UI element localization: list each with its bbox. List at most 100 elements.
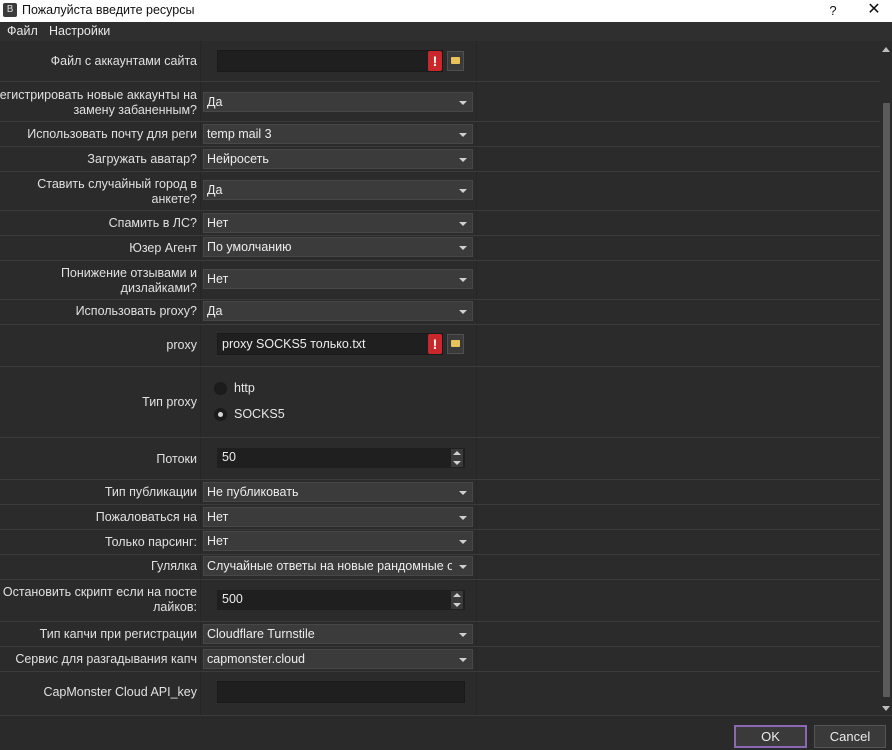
- walk-value: Случайные ответы на новые рандомные опрс: [207, 559, 452, 573]
- scroll-up-icon[interactable]: [882, 47, 890, 52]
- user-agent-label: Юзер Агент: [129, 241, 197, 255]
- column-divider: [200, 41, 201, 715]
- help-button[interactable]: ?: [826, 0, 840, 22]
- row-divider: [0, 146, 880, 147]
- chevron-down-icon: [459, 516, 467, 520]
- scrollbar-thumb[interactable]: [883, 103, 890, 697]
- spam-pm-value: Нет: [207, 216, 229, 230]
- radio-socks5[interactable]: [214, 408, 227, 421]
- column-divider: [476, 41, 477, 715]
- chevron-down-icon: [459, 158, 467, 162]
- complain-select[interactable]: Нет: [203, 507, 473, 527]
- row-divider: [0, 299, 880, 300]
- spin-down-icon[interactable]: [453, 603, 461, 607]
- api-key-label: CapMonster Cloud API_key: [43, 685, 197, 699]
- ok-button[interactable]: OK: [734, 725, 807, 748]
- random-city-value: Да: [207, 183, 223, 197]
- row-divider: [0, 81, 880, 82]
- register-new-value: Да: [207, 95, 223, 109]
- cancel-button[interactable]: Cancel: [814, 725, 886, 748]
- avatar-label: Загружать аватар?: [87, 152, 197, 166]
- publish-type-label: Тип публикации: [104, 485, 197, 499]
- row-divider: [0, 171, 880, 172]
- close-button[interactable]: ✕: [862, 0, 886, 22]
- use-proxy-select[interactable]: Да: [203, 301, 473, 321]
- spin-down-icon[interactable]: [453, 461, 461, 465]
- dialog-footer: OK Cancel: [0, 715, 892, 750]
- scroll-down-icon[interactable]: [882, 706, 890, 711]
- register-new-label-1: Регистрировать новые аккаунты на: [0, 88, 197, 102]
- folder-icon[interactable]: [447, 51, 464, 71]
- use-proxy-label: Использовать proxy?: [75, 304, 197, 318]
- spam-pm-label: Спамить в ЛС?: [108, 216, 197, 230]
- avatar-select[interactable]: Нейросеть: [203, 149, 473, 169]
- parse-only-value: Нет: [207, 534, 229, 548]
- avatar-value: Нейросеть: [207, 152, 269, 166]
- mail-select[interactable]: temp mail 3: [203, 124, 473, 144]
- proxy-file-input[interactable]: proxy SOCKS5 только.txt: [217, 333, 443, 355]
- publish-type-select[interactable]: Не публиковать: [203, 482, 473, 502]
- random-city-label-2: анкете?: [151, 192, 198, 206]
- row-divider: [0, 210, 880, 211]
- chevron-down-icon: [459, 658, 467, 662]
- menu-file[interactable]: Файл: [7, 24, 38, 38]
- captcha-type-select[interactable]: Cloudflare Turnstile: [203, 624, 473, 644]
- chevron-down-icon: [459, 540, 467, 544]
- publish-type-value: Не публиковать: [207, 485, 299, 499]
- mail-label: Использовать почту для реги: [27, 127, 197, 141]
- spin-up-icon[interactable]: [453, 593, 461, 597]
- vertical-scrollbar[interactable]: [880, 41, 892, 715]
- proxy-file-label: proxy: [166, 338, 197, 352]
- warning-icon: !: [428, 51, 442, 71]
- chevron-down-icon: [459, 101, 467, 105]
- stop-likes-value: 500: [222, 592, 243, 606]
- row-divider: [0, 646, 880, 647]
- title-bar: B Пожалуйста введите ресурсы ? ✕: [0, 0, 892, 22]
- folder-icon[interactable]: [447, 334, 464, 354]
- chevron-down-icon: [459, 189, 467, 193]
- walk-select[interactable]: Случайные ответы на новые рандомные опрс: [203, 556, 473, 576]
- row-divider: [0, 504, 880, 505]
- mail-value: temp mail 3: [207, 127, 272, 141]
- captcha-service-label: Сервис для разгадывания капч: [15, 652, 197, 666]
- spin-up-icon[interactable]: [453, 451, 461, 455]
- captcha-service-select[interactable]: capmonster.cloud: [203, 649, 473, 669]
- chevron-down-icon: [459, 565, 467, 569]
- account-file-label: Файл с аккаунтами сайта: [50, 54, 197, 68]
- register-new-label-2: замену забаненным?: [73, 103, 197, 117]
- api-key-input[interactable]: [217, 681, 465, 703]
- downvote-label-1: Понижение отзывами и: [60, 266, 197, 280]
- row-divider: [0, 621, 880, 622]
- row-divider: [0, 437, 880, 438]
- stop-likes-label-2: лайков:: [153, 600, 197, 614]
- row-divider: [0, 366, 880, 367]
- use-proxy-value: Да: [207, 304, 223, 318]
- radio-http[interactable]: [214, 382, 227, 395]
- stop-likes-spinbox[interactable]: 500: [217, 590, 465, 610]
- chevron-down-icon: [459, 278, 467, 282]
- row-divider: [0, 579, 880, 580]
- register-new-select[interactable]: Да: [203, 92, 473, 112]
- threads-spinbox[interactable]: 50: [217, 448, 465, 468]
- menu-settings[interactable]: Настройки: [49, 24, 110, 38]
- captcha-type-value: Cloudflare Turnstile: [207, 627, 315, 641]
- parse-only-select[interactable]: Нет: [203, 531, 473, 551]
- radio-socks5-label: SOCKS5: [234, 407, 285, 421]
- parse-only-label: Только парсинг:: [104, 535, 197, 549]
- row-divider: [0, 529, 880, 530]
- walk-label: Гулялка: [151, 559, 197, 573]
- spin-buttons[interactable]: [451, 591, 463, 609]
- random-city-label-1: Ставить случайный город в: [37, 177, 197, 191]
- form-area: Файл с аккаунтами сайта ! Регистрировать…: [0, 41, 880, 715]
- account-file-input[interactable]: [217, 50, 443, 72]
- spam-pm-select[interactable]: Нет: [203, 213, 473, 233]
- spin-buttons[interactable]: [451, 449, 463, 467]
- chevron-down-icon: [459, 491, 467, 495]
- random-city-select[interactable]: Да: [203, 180, 473, 200]
- downvote-select[interactable]: Нет: [203, 269, 473, 289]
- complain-value: Нет: [207, 510, 229, 524]
- row-divider: [0, 235, 880, 236]
- complain-label: Пожаловаться на: [95, 510, 197, 524]
- user-agent-select[interactable]: По умолчанию: [203, 237, 473, 257]
- app-icon: B: [3, 3, 17, 17]
